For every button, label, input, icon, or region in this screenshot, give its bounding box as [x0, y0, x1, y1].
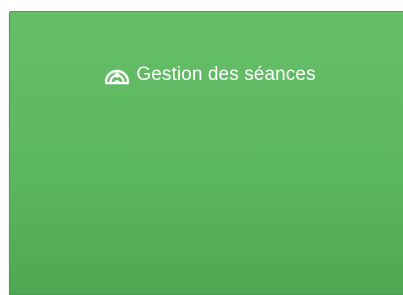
group-icon: [103, 63, 131, 85]
tile-title: Gestion des séances: [136, 64, 316, 85]
gestion-seances-tile[interactable]: Gestion des séances: [9, 11, 403, 295]
tile-header: Gestion des séances: [10, 64, 403, 86]
